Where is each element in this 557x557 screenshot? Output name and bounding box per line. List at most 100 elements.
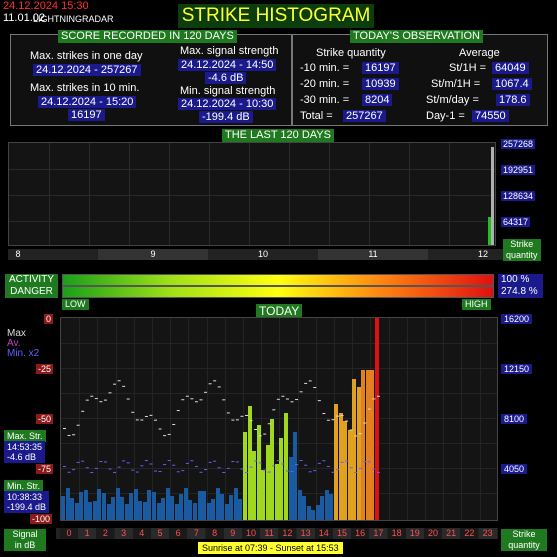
min-mark xyxy=(122,460,126,462)
max-10min-date: 24.12.2024 - 15:20 xyxy=(38,96,137,108)
today-chart xyxy=(60,317,498,521)
max-signal-label: Max. signal strength xyxy=(180,45,279,57)
grid-line xyxy=(49,143,50,245)
min-mark xyxy=(363,461,367,463)
grid-line xyxy=(9,169,495,170)
grid-line xyxy=(129,143,130,245)
max-10min-label: Max. strikes in 10 min. xyxy=(30,82,140,94)
min-mark xyxy=(299,460,303,462)
max-mark xyxy=(122,385,126,387)
max-mark xyxy=(163,435,167,437)
hour-label: 22 xyxy=(460,528,479,539)
min-mark xyxy=(340,461,344,463)
hour-label: 12 xyxy=(278,528,297,539)
max-mark xyxy=(336,415,339,417)
min-mark xyxy=(326,466,330,468)
max-mark xyxy=(240,415,244,417)
legend-min: Min. x2 xyxy=(7,348,40,359)
hour-label: 21 xyxy=(442,528,461,539)
grid-line xyxy=(209,143,210,245)
max-mark xyxy=(331,419,335,421)
min-mark xyxy=(181,470,185,472)
max-mark xyxy=(176,410,180,412)
right-tick: 12150 xyxy=(501,364,533,374)
grid-line xyxy=(449,143,450,245)
max-mark xyxy=(94,398,98,400)
max-mark xyxy=(213,380,217,382)
max-mark xyxy=(249,420,253,422)
min-mark xyxy=(367,461,371,463)
danger-gauge xyxy=(62,286,494,298)
max-mark xyxy=(281,395,285,397)
max-mark xyxy=(363,422,367,424)
today-avg-label: St/1H = xyxy=(449,62,486,74)
hour-label: 10 xyxy=(242,528,260,539)
hour-label: 3 xyxy=(114,528,133,539)
today-strike-label-2: quantity xyxy=(508,540,540,550)
last120-heading: THE LAST 120 DAYS xyxy=(222,129,334,142)
max-mark xyxy=(76,424,80,426)
today-strike-label-1: Strike xyxy=(512,529,536,539)
min-mark xyxy=(67,471,71,473)
hour-label: 19 xyxy=(405,528,424,539)
today-chart-heading: TODAY xyxy=(256,304,303,318)
max-mark xyxy=(99,401,103,403)
danger-value: 274.8 % xyxy=(498,286,543,298)
y-tick: 192951 xyxy=(501,165,536,175)
max-mark xyxy=(63,428,66,429)
min-mark xyxy=(81,460,85,462)
hour-label: 14 xyxy=(314,528,333,539)
max-mark xyxy=(194,401,198,403)
max-mark xyxy=(372,398,376,400)
grid-line xyxy=(249,143,250,245)
min-mark xyxy=(158,470,162,472)
today-row-label: -10 min. = xyxy=(300,62,350,74)
min-mark xyxy=(376,471,380,473)
activity-value: 100 % xyxy=(498,274,543,286)
max-mark xyxy=(140,419,144,421)
hour-label: 4 xyxy=(132,528,151,539)
max-str-value: -4.6 dB xyxy=(7,452,37,462)
max-mark xyxy=(85,399,89,401)
signal-label-1: Signal xyxy=(12,529,38,539)
max-mark xyxy=(358,433,362,435)
max-mark xyxy=(81,410,85,412)
max-signal-date: 24.12.2024 - 14:50 xyxy=(178,59,277,71)
max-mark xyxy=(267,423,271,425)
min-mark xyxy=(313,470,317,472)
max-mark xyxy=(367,408,371,410)
min-mark xyxy=(154,470,157,472)
max-mark xyxy=(158,428,162,430)
min-mark xyxy=(213,460,217,462)
min-mark xyxy=(90,471,94,473)
max-mark xyxy=(299,391,303,393)
max-mark xyxy=(226,412,230,414)
max-mark xyxy=(285,398,289,400)
right-tick: 8100 xyxy=(501,414,528,424)
hour-label: 18 xyxy=(387,528,406,539)
max-mark xyxy=(208,383,212,385)
min-mark xyxy=(108,468,112,470)
y-tick: 64317 xyxy=(501,217,531,227)
hour-label: 20 xyxy=(424,528,442,539)
grid-line xyxy=(289,143,290,245)
last120-chart xyxy=(8,142,496,246)
today-row-value: 257267 xyxy=(343,110,386,122)
today-avg-value: 178.6 xyxy=(496,94,530,106)
hour-label: 16 xyxy=(351,528,370,539)
max-mark xyxy=(103,399,107,401)
today-avg-value: 64049 xyxy=(492,62,529,74)
today-row-label: -20 min. = xyxy=(300,78,350,90)
today-row-label: -30 min. = xyxy=(300,94,350,106)
min-mark xyxy=(135,471,139,473)
max-mark xyxy=(204,391,208,393)
today-heading: TODAY'S OBSERVATION xyxy=(350,30,483,43)
max-mark xyxy=(135,419,139,421)
grid-line xyxy=(409,143,410,245)
max-mark xyxy=(67,434,71,436)
grid-line xyxy=(369,143,370,245)
strike-label-2: quantity xyxy=(506,250,538,260)
min-mark xyxy=(304,464,308,466)
min-mark xyxy=(63,466,66,467)
min-signal-value: -199.4 dB xyxy=(199,111,253,123)
